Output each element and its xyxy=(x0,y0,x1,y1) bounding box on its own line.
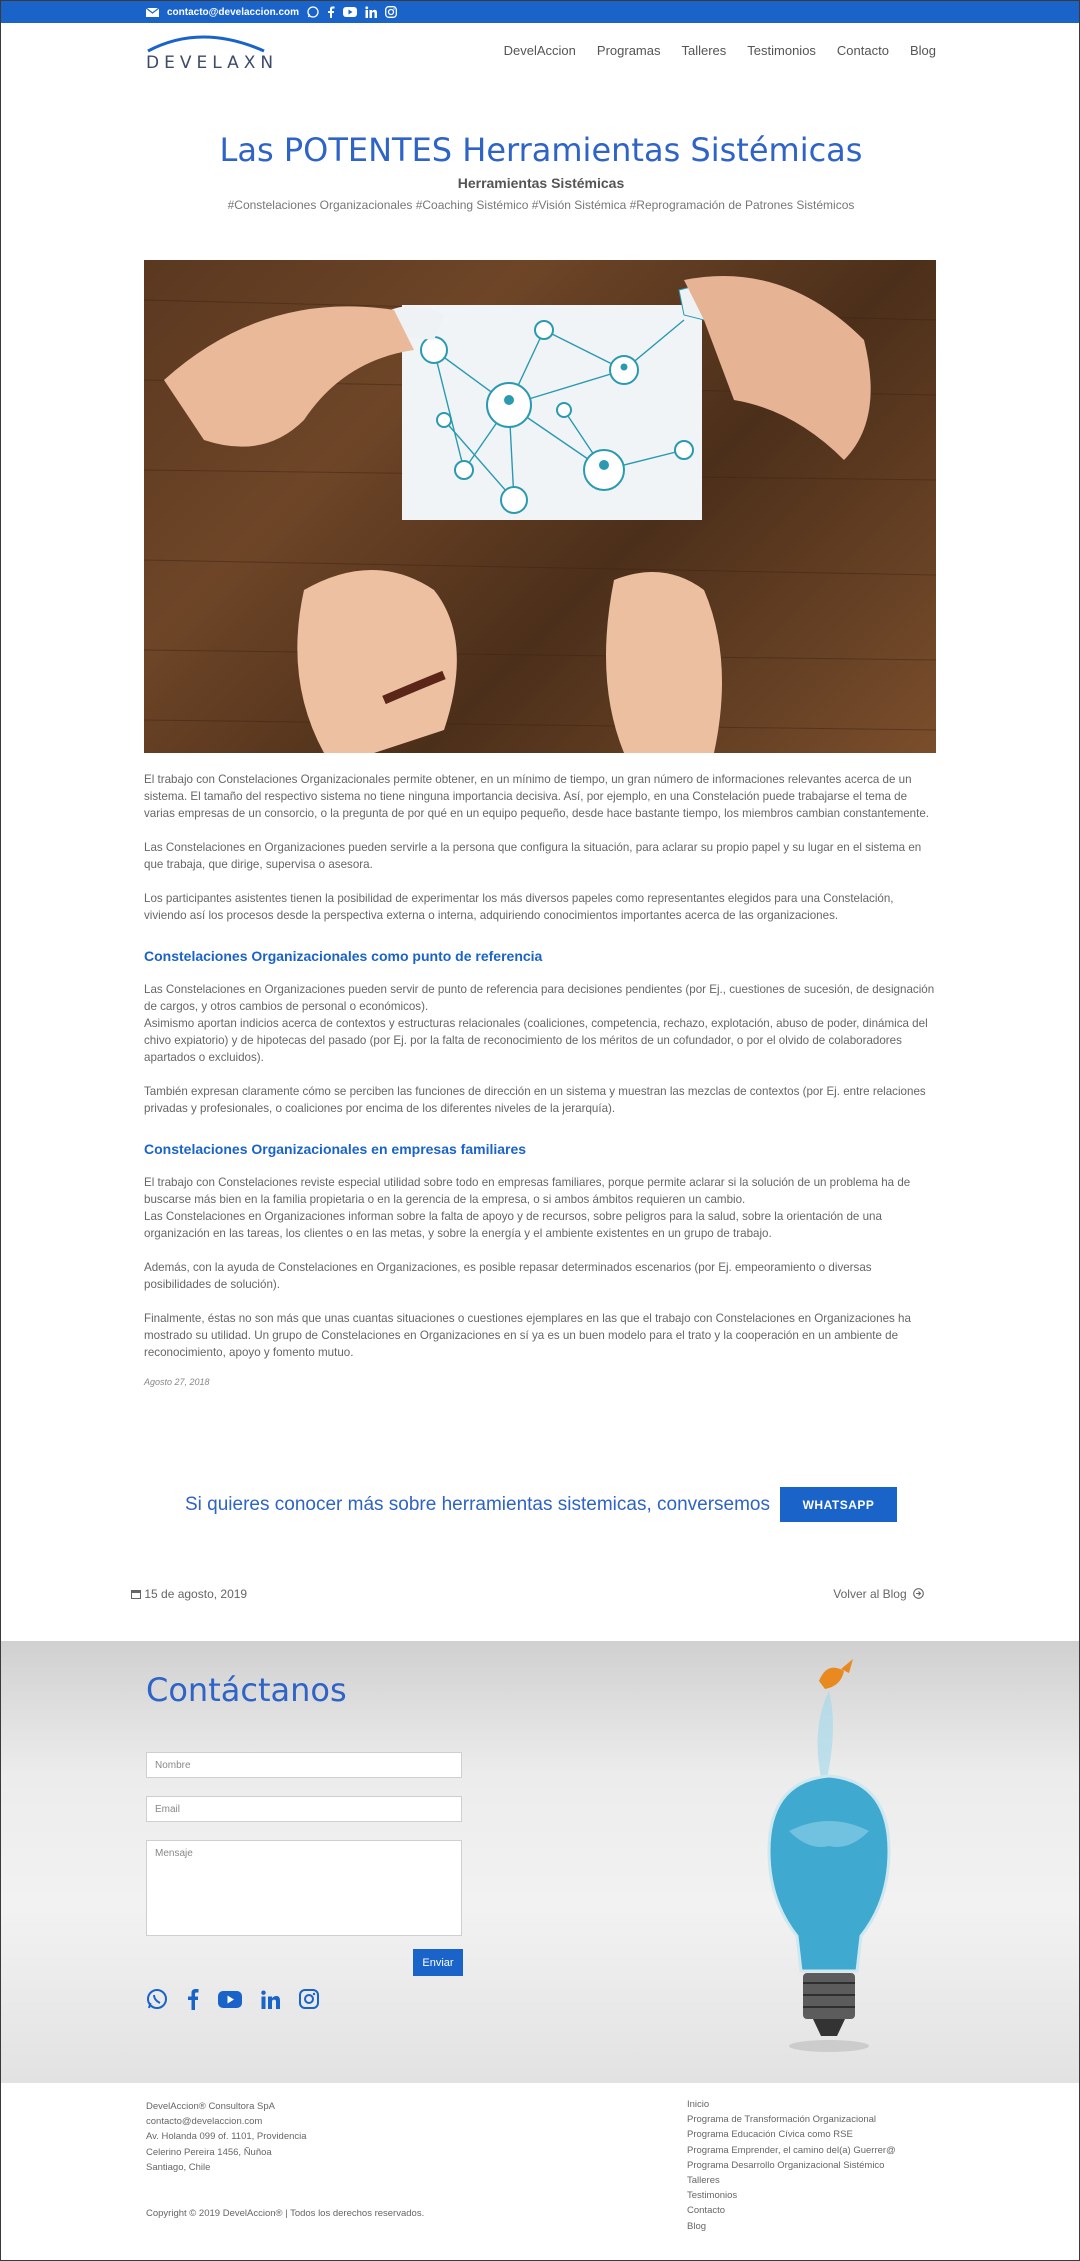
top-bar: contacto@develaccion.com xyxy=(1,1,1079,23)
logo-text: DEVELAXN xyxy=(146,53,279,73)
footer-link-inicio[interactable]: Inicio xyxy=(687,2097,896,2112)
arrow-right-circle-icon xyxy=(913,1588,924,1599)
linkedin-icon[interactable] xyxy=(365,6,378,18)
footer-contact-info: DevelAccion® Consultora SpA contacto@dev… xyxy=(146,2099,307,2175)
footer-company: DevelAccion® Consultora SpA xyxy=(146,2101,275,2112)
topbar-email[interactable]: contacto@develaccion.com xyxy=(167,7,299,18)
article-paragraph: El trabajo con Constelaciones reviste es… xyxy=(144,1176,911,1206)
whatsapp-icon[interactable] xyxy=(307,6,319,18)
submit-button[interactable]: Enviar xyxy=(413,1949,463,1976)
article-paragraph: Las Constelaciones en Organizaciones pue… xyxy=(144,983,935,1013)
footer-link-emprender[interactable]: Programa Emprender, el camino del(a) Gue… xyxy=(687,2143,896,2158)
nav-item-contacto[interactable]: Contacto xyxy=(837,43,889,58)
youtube-icon[interactable] xyxy=(218,1990,242,2013)
post-date: 15 de agosto, 2019 xyxy=(131,1587,247,1601)
back-to-blog-link[interactable]: Volver al Blog xyxy=(833,1587,924,1601)
back-to-blog-text: Volver al Blog xyxy=(833,1587,907,1601)
post-navigation: 15 de agosto, 2019 Volver al Blog xyxy=(131,1587,924,1601)
youtube-icon[interactable] xyxy=(343,7,358,17)
contact-title: Contáctanos xyxy=(146,1671,347,1709)
logo-arc xyxy=(147,35,265,53)
footer-email[interactable]: contacto@develaccion.com xyxy=(146,2114,307,2129)
facebook-icon[interactable] xyxy=(327,6,335,18)
whatsapp-cta: Si quieres conocer más sobre herramienta… xyxy=(1,1487,1079,1522)
article-paragraph: Las Constelaciones en Organizaciones pue… xyxy=(144,841,922,871)
article-date: Agosto 27, 2018 xyxy=(144,1377,210,1387)
nav-item-talleres[interactable]: Talleres xyxy=(681,43,726,58)
article-paragraph: También expresan claramente cómo se perc… xyxy=(144,1085,926,1115)
footer-link-testimonios[interactable]: Testimonios xyxy=(687,2188,896,2203)
instagram-icon[interactable] xyxy=(385,6,397,18)
social-links xyxy=(146,1988,319,2015)
contact-section: Contáctanos Nombre Email Mensaje Enviar xyxy=(1,1641,1079,2083)
email-field[interactable]: Email xyxy=(146,1796,462,1822)
instagram-icon[interactable] xyxy=(299,1989,319,2014)
whatsapp-button[interactable]: WHATSAPP xyxy=(780,1487,897,1522)
footer-address: Celerino Pereira 1456, Ñuñoa xyxy=(146,2146,272,2158)
article-paragraph: Asimismo aportan indicios acerca de cont… xyxy=(144,1017,928,1064)
article-body: El trabajo con Constelaciones Organizaci… xyxy=(144,771,936,1391)
cta-text: Si quieres conocer más sobre herramienta… xyxy=(184,1493,770,1515)
main-nav: DevelAccion Programas Talleres Testimoni… xyxy=(504,43,936,58)
page-subtitle: Herramientas Sistémicas xyxy=(457,175,625,191)
article-paragraph: Además, con la ayuda de Constelaciones e… xyxy=(144,1261,872,1291)
footer-link-contacto[interactable]: Contacto xyxy=(687,2203,896,2218)
article-paragraph: Las Constelaciones en Organizaciones inf… xyxy=(144,1210,882,1240)
footer-link-transformacion[interactable]: Programa de Transformación Organizaciona… xyxy=(687,2112,896,2127)
lightbulb-illustration xyxy=(767,1659,891,2052)
calendar-icon xyxy=(131,1590,141,1599)
post-date-text: 15 de agosto, 2019 xyxy=(144,1587,248,1601)
nav-item-develaccion[interactable]: DevelAccion xyxy=(504,43,576,58)
whatsapp-icon[interactable] xyxy=(146,1988,168,2015)
section-heading: Constelaciones Organizacionales en empre… xyxy=(144,1141,527,1157)
footer-link-desarrollo[interactable]: Programa Desarrollo Organizacional Sisté… xyxy=(687,2158,896,2173)
article-paragraph: El trabajo con Constelaciones Organizaci… xyxy=(144,773,930,820)
footer-address: Av. Holanda 099 of. 1101, Providencia xyxy=(146,2131,307,2143)
nav-item-testimonios[interactable]: Testimonios xyxy=(747,43,816,58)
footer-links: Inicio Programa de Transformación Organi… xyxy=(687,2097,896,2234)
logo[interactable]: DEVELAXN xyxy=(146,31,273,73)
page: contacto@develaccion.com DEVELAXN DevelA… xyxy=(0,0,1080,2261)
linkedin-icon[interactable] xyxy=(261,1990,280,2014)
article-paragraph: Finalmente, éstas no son más que unas cu… xyxy=(144,1312,911,1359)
featured-image xyxy=(144,260,936,753)
footer-link-educacion-civica[interactable]: Programa Educación Cívica como RSE xyxy=(687,2127,896,2142)
mail-icon xyxy=(146,7,159,17)
article-paragraph: Los participantes asistentes tienen la p… xyxy=(144,892,894,922)
footer-link-talleres[interactable]: Talleres xyxy=(687,2173,896,2188)
name-field[interactable]: Nombre xyxy=(146,1752,462,1778)
copyright: Copyright © 2019 DevelAccion® | Todos lo… xyxy=(146,2208,425,2219)
footer-city: Santiago, Chile xyxy=(146,2161,211,2173)
nav-item-blog[interactable]: Blog xyxy=(910,43,936,58)
footer-link-blog[interactable]: Blog xyxy=(687,2219,896,2234)
footer: DevelAccion® Consultora SpA contacto@dev… xyxy=(1,2083,1079,2260)
nav-item-programas[interactable]: Programas xyxy=(597,43,661,58)
page-title: Las POTENTES Herramientas Sistémicas xyxy=(219,131,863,169)
facebook-icon[interactable] xyxy=(187,1988,199,2015)
message-field[interactable]: Mensaje xyxy=(146,1840,462,1936)
hashtags: #Constelaciones Organizacionales #Coachi… xyxy=(227,198,855,212)
section-heading: Constelaciones Organizacionales como pun… xyxy=(144,948,543,964)
